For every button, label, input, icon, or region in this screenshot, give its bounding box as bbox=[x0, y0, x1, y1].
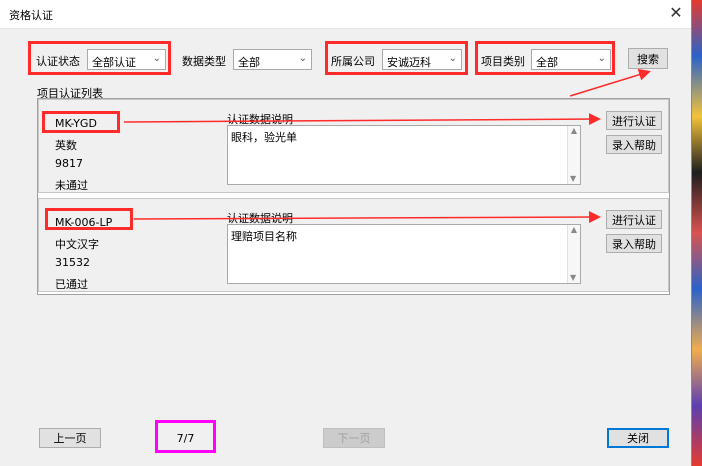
search-button[interactable]: 搜索 bbox=[628, 48, 668, 69]
scroll-up-icon[interactable]: ▲ bbox=[571, 126, 577, 135]
category-select[interactable]: 全部 ⌄ bbox=[531, 49, 611, 70]
certification-dialog: 资格认证 ✕ 认证状态 全部认证 ⌄ 数据类型 全部 ⌄ 所属公司 安诚迈科 ⌄… bbox=[0, 0, 692, 466]
status-label: 认证状态 bbox=[36, 55, 80, 68]
desc-textarea[interactable]: 眼科，验光单 ▲ ▼ bbox=[227, 125, 581, 185]
desc-text: 理赔项目名称 bbox=[231, 230, 297, 243]
data-type-select-value: 全部 bbox=[238, 56, 260, 69]
chevron-down-icon: ⌄ bbox=[448, 53, 457, 64]
chevron-down-icon: ⌄ bbox=[152, 53, 161, 64]
item-status: 未通过 bbox=[55, 179, 88, 192]
item-language: 中文汉字 bbox=[55, 238, 99, 251]
project-list: MK-YGD 英数 9817 未通过 认证数据说明 眼科，验光单 ▲ ▼ 进行认… bbox=[37, 98, 670, 295]
page-indicator: 7/7 bbox=[176, 432, 195, 445]
status-select[interactable]: 全部认证 ⌄ bbox=[87, 49, 166, 70]
item-number: 31532 bbox=[55, 256, 90, 269]
list-item: MK-YGD 英数 9817 未通过 认证数据说明 眼科，验光单 ▲ ▼ 进行认… bbox=[38, 99, 669, 193]
arrow-to-search bbox=[569, 68, 651, 97]
scrollbar[interactable]: ▲ ▼ bbox=[567, 225, 580, 283]
window-title: 资格认证 bbox=[9, 9, 53, 22]
item-code: MK-YGD bbox=[55, 117, 97, 130]
company-select[interactable]: 安诚迈科 ⌄ bbox=[382, 49, 462, 70]
chevron-down-icon: ⌄ bbox=[597, 53, 606, 64]
list-item: MK-006-LP 中文汉字 31532 已通过 认证数据说明 理赔项目名称 ▲… bbox=[38, 198, 669, 292]
close-icon[interactable]: ✕ bbox=[661, 0, 691, 28]
close-button[interactable]: 关闭 bbox=[607, 428, 669, 448]
input-help-button[interactable]: 录入帮助 bbox=[606, 135, 662, 154]
status-select-value: 全部认证 bbox=[92, 56, 136, 69]
data-type-label: 数据类型 bbox=[182, 55, 226, 68]
desc-textarea[interactable]: 理赔项目名称 ▲ ▼ bbox=[227, 224, 581, 284]
scroll-down-icon[interactable]: ▼ bbox=[570, 273, 576, 282]
category-select-value: 全部 bbox=[536, 56, 558, 69]
prev-page-button[interactable]: 上一页 bbox=[39, 428, 101, 448]
scroll-down-icon[interactable]: ▼ bbox=[570, 174, 576, 183]
input-help-button[interactable]: 录入帮助 bbox=[606, 234, 662, 253]
background-strip bbox=[692, 0, 702, 466]
scroll-up-icon[interactable]: ▲ bbox=[571, 225, 577, 234]
item-status: 已通过 bbox=[55, 278, 88, 291]
item-number: 9817 bbox=[55, 157, 83, 170]
item-language: 英数 bbox=[55, 139, 77, 152]
item-code: MK-006-LP bbox=[55, 216, 113, 229]
certify-button[interactable]: 进行认证 bbox=[606, 210, 662, 229]
category-label: 项目类别 bbox=[481, 55, 525, 68]
next-page-button[interactable]: 下一页 bbox=[323, 428, 385, 448]
scrollbar[interactable]: ▲ ▼ bbox=[567, 126, 580, 184]
company-select-value: 安诚迈科 bbox=[387, 56, 431, 69]
certify-button[interactable]: 进行认证 bbox=[606, 111, 662, 130]
page-indicator-highlight: 7/7 bbox=[155, 420, 216, 453]
company-label: 所属公司 bbox=[331, 55, 375, 68]
desc-text: 眼科，验光单 bbox=[231, 131, 297, 144]
title-bar: 资格认证 ✕ bbox=[0, 0, 691, 29]
data-type-select[interactable]: 全部 ⌄ bbox=[233, 49, 312, 70]
chevron-down-icon: ⌄ bbox=[298, 53, 307, 64]
